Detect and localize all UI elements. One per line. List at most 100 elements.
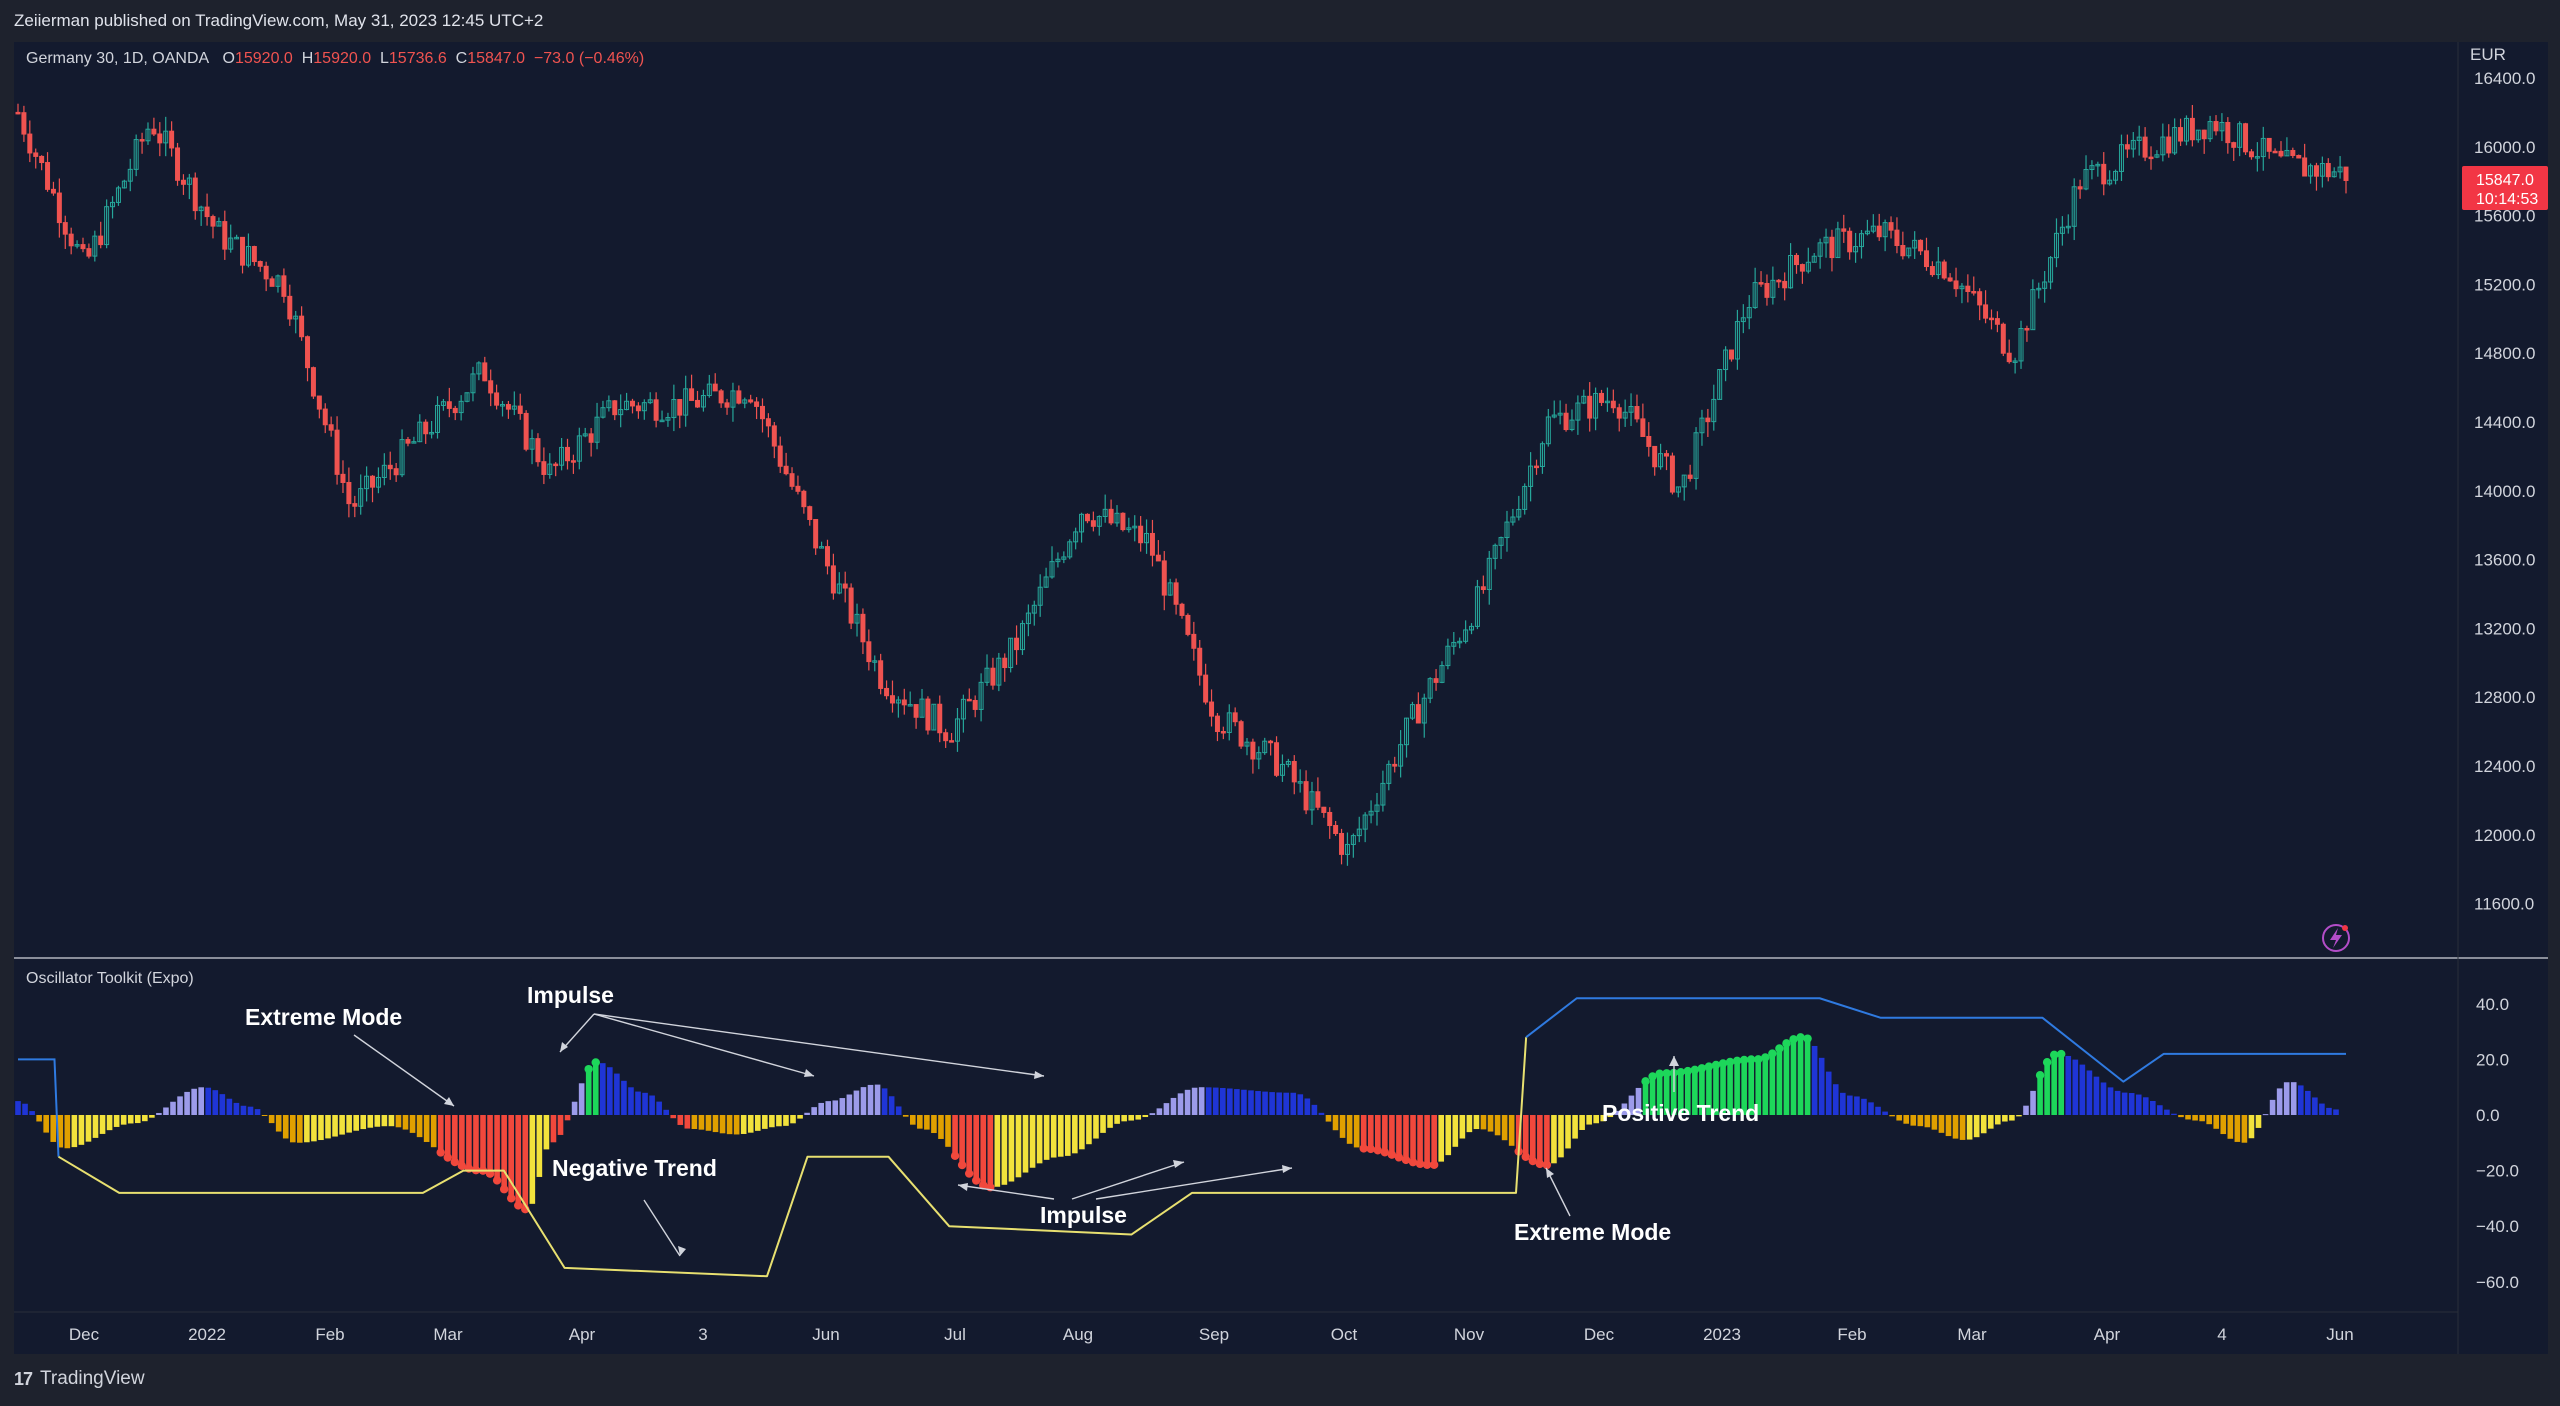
histogram-bar (473, 1115, 479, 1171)
price-tick-label: 16400.0 (2474, 69, 2535, 88)
histogram-bar (212, 1090, 219, 1115)
chart-svg[interactable]: EUR 16400.016000.015600.015200.014800.01… (14, 42, 2548, 1354)
histogram-bar (64, 1115, 71, 1149)
candle-body (1646, 435, 1652, 447)
histogram-bar (346, 1115, 352, 1133)
candle-body (2325, 162, 2331, 178)
impulse-dot (1535, 1159, 1545, 1169)
histogram-bar (2121, 1092, 2128, 1115)
candle-body (1764, 282, 1770, 298)
candle-body (222, 221, 228, 250)
candle-body (505, 404, 511, 410)
impulse-dot (1761, 1053, 1770, 1062)
histogram-bar (205, 1087, 212, 1115)
impulse-dot (1408, 1157, 1418, 1167)
legend-close: 15847.0 (467, 50, 526, 67)
candle-body (2201, 129, 2207, 140)
histogram-bar (2093, 1076, 2100, 1115)
tradingview-logo[interactable]: 17 TradingView (14, 1368, 145, 1390)
histogram-bar (487, 1115, 493, 1174)
candle-body (1953, 280, 1959, 290)
histogram-bar (1198, 1087, 1205, 1115)
tradingview-logo-icon: 17 (14, 1368, 33, 1389)
time-tick-label: Mar (433, 1325, 463, 1344)
time-tick-label: Apr (569, 1325, 596, 1344)
candle-body (754, 401, 760, 407)
histogram-bar (1367, 1115, 1374, 1149)
candle-body (2225, 121, 2231, 144)
histogram-bar (2305, 1090, 2311, 1115)
histogram-bar (980, 1115, 987, 1186)
legend-close-label: C (455, 50, 468, 67)
candle-body (1084, 513, 1090, 522)
candle-body (2148, 156, 2154, 160)
histogram-bar (1290, 1092, 1297, 1115)
candle-body (884, 687, 890, 697)
footer: 17 TradingView (0, 1354, 2560, 1406)
impulse-dot (1690, 1065, 1700, 1074)
histogram-bar (1952, 1115, 1959, 1139)
candle-body (56, 192, 62, 224)
impulse-dot (1373, 1146, 1382, 1155)
countdown-value: 10:14:53 (2476, 191, 2538, 208)
candle-body (759, 405, 765, 420)
histogram-bar (1304, 1098, 1311, 1115)
candle-body (180, 179, 186, 185)
histogram-bar (1530, 1115, 1536, 1162)
candle-body (1250, 741, 1256, 760)
histogram-bar (712, 1115, 719, 1133)
histogram-bar (832, 1100, 839, 1115)
histogram-bar (1318, 1112, 1325, 1115)
candle-body (913, 704, 919, 718)
candle-body (1002, 657, 1008, 669)
histogram-bar (1466, 1115, 1473, 1133)
histogram-bar (1917, 1115, 1924, 1127)
histogram-bar (2185, 1115, 2191, 1120)
histogram-bar (564, 1115, 571, 1121)
histogram-bar (1438, 1115, 1445, 1162)
histogram-bar (2065, 1055, 2072, 1115)
oscillator-tick-label: −20.0 (2476, 1162, 2519, 1181)
histogram-bar (120, 1115, 127, 1125)
candle-body (588, 433, 594, 443)
impulse-dot (1542, 1160, 1552, 1170)
histogram-bar (254, 1109, 261, 1115)
impulse-dot (957, 1160, 967, 1170)
price-tick-label: 14400.0 (2474, 413, 2535, 432)
impulse-dot (499, 1185, 509, 1194)
candle-body (240, 236, 246, 266)
histogram-bar (1001, 1115, 1008, 1185)
histogram-bar (1762, 1057, 1769, 1115)
histogram-bar (1050, 1115, 1057, 1158)
impulse-dot (1697, 1064, 1707, 1073)
chart-area[interactable]: EUR 16400.0 16000.0 15600.0 15200.0 14800.0 1… (14, 42, 2548, 1354)
histogram-bar (550, 1115, 557, 1143)
oscillator-axis[interactable]: 40.0 20.0 0.0 −20.0 −40.0 −60.0 (2476, 995, 2519, 1292)
tradingview-brand: TradingView (40, 1368, 145, 1389)
histogram-bar (1205, 1087, 1212, 1115)
candle-body (316, 395, 322, 410)
candle-body (2313, 165, 2319, 177)
histogram-bar (698, 1115, 705, 1130)
histogram-bar (2072, 1059, 2079, 1115)
impulse-dot (964, 1169, 974, 1178)
candle-body (848, 587, 854, 624)
legend-high: 15920.0 (313, 50, 372, 67)
histogram-bar (1424, 1115, 1430, 1165)
annotation-impulse-1: Impulse (527, 982, 614, 1008)
histogram-bar (818, 1102, 824, 1115)
histogram-bar (1473, 1115, 1480, 1130)
histogram-bar (966, 1115, 972, 1174)
histogram-bar (959, 1115, 965, 1166)
histogram-bar (592, 1062, 599, 1115)
histogram-bar (2276, 1088, 2283, 1115)
histogram-bar (332, 1115, 338, 1137)
legend-open: 15920.0 (234, 50, 293, 67)
time-tick-label: Oct (1331, 1325, 1358, 1344)
candle-body (1634, 405, 1640, 420)
candle-body (1929, 266, 1935, 276)
candle-body (889, 695, 895, 704)
histogram-bar (994, 1115, 1001, 1187)
impulse-dot (1711, 1060, 1721, 1070)
histogram-bar (1586, 1115, 1592, 1125)
